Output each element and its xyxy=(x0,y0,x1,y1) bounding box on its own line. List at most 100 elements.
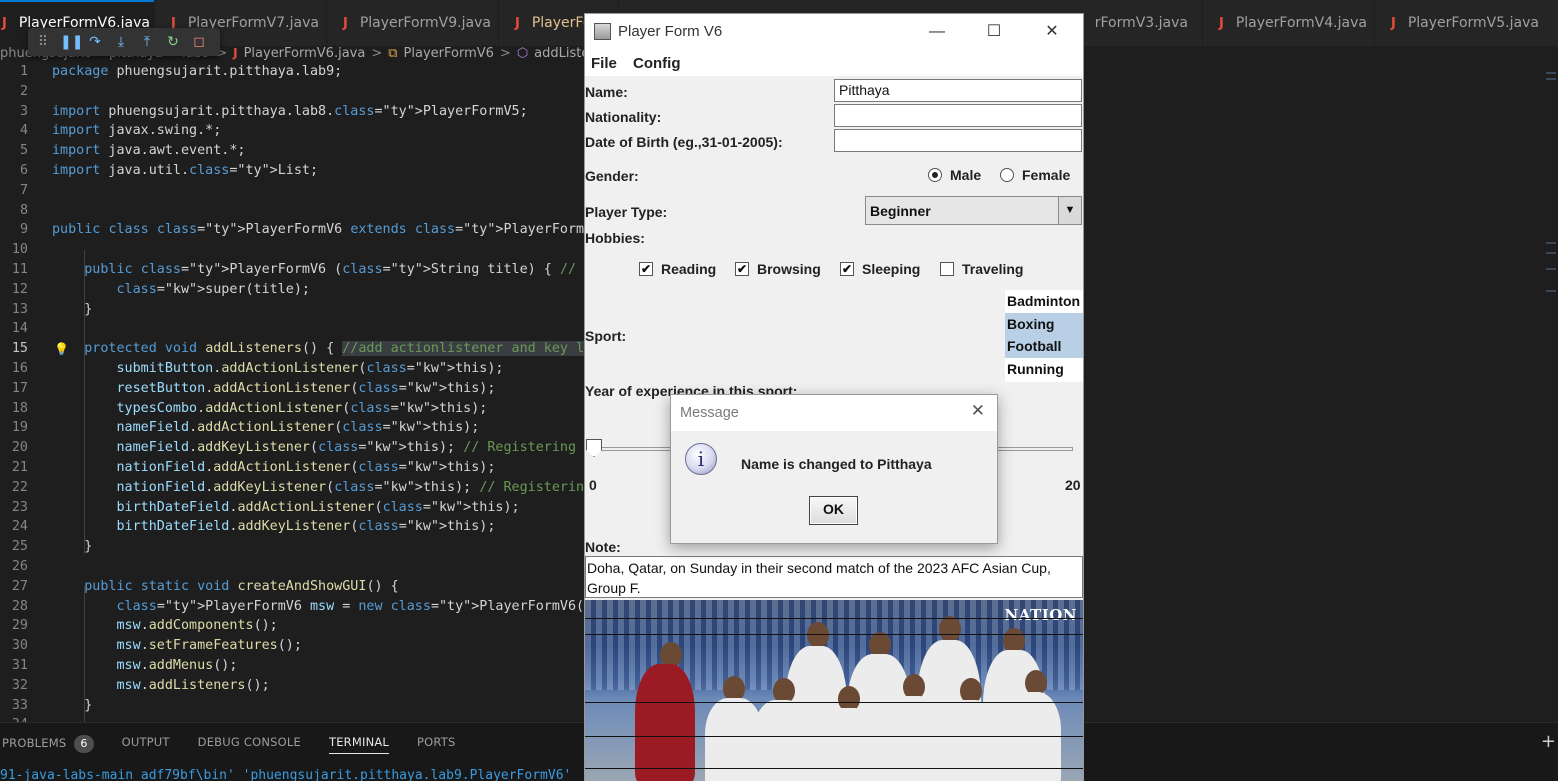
line-number: 31 xyxy=(11,658,28,673)
list-item[interactable]: Running xyxy=(1005,358,1083,381)
minimap[interactable] xyxy=(1544,62,1558,722)
new-terminal-icon[interactable]: + xyxy=(1541,731,1556,752)
line-number: 27 xyxy=(11,578,28,594)
line-number: 7 xyxy=(19,182,28,198)
tab-playerformv9[interactable]: J PlayerFormV9.java xyxy=(327,0,499,46)
slider-max-label: 20 xyxy=(1065,477,1081,493)
checkbox-unchecked-icon xyxy=(940,262,954,276)
menu-bar: File Config xyxy=(585,50,1083,76)
tab-label: PlayerFormV5.java xyxy=(1407,15,1539,31)
menu-config[interactable]: Config xyxy=(633,55,680,72)
panel-tab-ports[interactable]: PORTS xyxy=(417,735,455,754)
player-type-label: Player Type: xyxy=(585,204,668,220)
restart-icon[interactable]: ↻ xyxy=(164,33,182,51)
step-into-icon[interactable]: ⤓ xyxy=(112,33,130,51)
lightbulb-icon[interactable]: 💡 xyxy=(54,339,69,359)
code-text[interactable]: msw.addComponents(); xyxy=(52,616,278,636)
code-text[interactable]: msw.setFrameFeatures(); xyxy=(52,636,302,656)
pause-icon[interactable]: ❚❚ xyxy=(60,33,83,51)
sport-list[interactable]: Badminton Boxing Football Running xyxy=(1005,290,1083,382)
java-file-icon: J xyxy=(1219,15,1224,31)
gender-male-radio[interactable]: Male xyxy=(928,167,981,183)
dialog-titlebar[interactable]: Message ✕ xyxy=(671,395,997,431)
breadcrumb-class[interactable]: PlayerFormV6 xyxy=(404,46,494,61)
code-text[interactable]: msw.addMenus(); xyxy=(52,656,238,676)
tab-playerformv4[interactable]: J PlayerFormV4.java xyxy=(1203,0,1375,46)
checkbox-label: Browsing xyxy=(757,261,821,277)
code-text[interactable]: nameField.addActionListener(class="kw">t… xyxy=(52,418,480,438)
dob-field[interactable] xyxy=(834,129,1082,152)
code-text[interactable]: msw.addListeners(); xyxy=(52,676,270,696)
code-text[interactable]: typesCombo.addActionListener(class="kw">… xyxy=(52,399,488,419)
window-title: Player Form V6 xyxy=(618,23,723,40)
line-number: 26 xyxy=(11,559,28,574)
step-over-icon[interactable]: ↷ xyxy=(86,33,104,51)
name-field[interactable]: Pitthaya xyxy=(834,79,1082,102)
code-text[interactable]: nameField.addKeyListener(class="kw">this… xyxy=(52,438,673,458)
hobby-browsing-checkbox[interactable]: ✔ Browsing xyxy=(735,261,821,277)
code-text[interactable]: class="kw">super(title); xyxy=(52,280,311,300)
hobby-sleeping-checkbox[interactable]: ✔ Sleeping xyxy=(840,261,920,277)
line-number: 16 xyxy=(11,361,28,376)
experience-slider-thumb[interactable] xyxy=(586,439,602,457)
hobby-traveling-checkbox[interactable]: Traveling xyxy=(940,261,1023,277)
code-text[interactable]: import phuengsujarit.pitthaya.lab8.class… xyxy=(52,102,528,122)
player-type-combo[interactable]: Beginner ▼ xyxy=(865,196,1082,225)
hobby-reading-checkbox[interactable]: ✔ Reading xyxy=(639,261,716,277)
code-text[interactable]: protected void addListeners() { //add ac… xyxy=(52,339,585,359)
checkbox-checked-icon: ✔ xyxy=(840,262,854,276)
panel-tab-problems[interactable]: PROBLEMS 6 xyxy=(2,735,94,754)
minimize-icon[interactable]: — xyxy=(925,20,949,44)
menu-file[interactable]: File xyxy=(591,55,617,72)
code-text[interactable]: import java.awt.event.*; xyxy=(52,141,246,161)
checkbox-label: Reading xyxy=(661,261,717,277)
java-file-icon: J xyxy=(1391,15,1396,31)
radio-selected-icon xyxy=(928,168,942,182)
dob-label: Date of Birth (eg.,31-01-2005): xyxy=(585,134,783,150)
panel-tab-debug-console[interactable]: DEBUG CONSOLE xyxy=(198,735,301,754)
panel-tab-output[interactable]: OUTPUT xyxy=(122,735,170,754)
java-file-icon: J xyxy=(343,15,348,31)
code-text[interactable]: package phuengsujarit.pitthaya.lab9; xyxy=(52,62,342,82)
code-text[interactable]: } xyxy=(52,300,92,320)
line-number: 30 xyxy=(11,638,28,654)
code-text[interactable]: submitButton.addActionListener(class="kw… xyxy=(52,359,504,379)
ok-button[interactable]: OK xyxy=(809,496,858,525)
nationality-field[interactable] xyxy=(834,104,1082,127)
class-symbol-icon: ⧉ xyxy=(388,45,398,61)
java-app-icon xyxy=(594,23,611,40)
panel-tab-terminal[interactable]: TERMINAL xyxy=(328,735,390,754)
line-number: 13 xyxy=(11,301,28,317)
tab-playerformv5[interactable]: J PlayerFormV5.java xyxy=(1375,0,1558,46)
drag-handle-icon[interactable]: ⠿ xyxy=(34,33,52,51)
close-icon[interactable]: ✕ xyxy=(1040,20,1064,44)
note-textarea[interactable]: Doha, Qatar, on Sunday in their second m… xyxy=(585,556,1083,598)
stop-icon[interactable]: ◻ xyxy=(190,33,208,51)
code-text[interactable]: birthDateField.addActionListener(class="… xyxy=(52,498,520,518)
code-text[interactable]: resetButton.addActionListener(class="kw"… xyxy=(52,379,496,399)
chevron-down-icon[interactable]: ▼ xyxy=(1058,197,1081,224)
step-out-icon[interactable]: ⤒ xyxy=(138,33,156,51)
code-text[interactable]: import javax.swing.*; xyxy=(52,121,221,141)
line-number: 21 xyxy=(11,460,28,475)
terminal-output[interactable]: 91-java-labs-main_adf79bf\bin' 'phuengsu… xyxy=(0,768,571,781)
code-text[interactable]: nationField.addKeyListener(class="kw">th… xyxy=(52,478,673,498)
code-text[interactable]: nationField.addActionListener(class="kw"… xyxy=(52,458,496,478)
close-icon[interactable]: ✕ xyxy=(971,401,985,421)
code-text[interactable]: import java.util.class="ty">List; xyxy=(52,161,318,181)
radio-label: Female xyxy=(1022,167,1071,183)
line-number: 2 xyxy=(19,83,28,99)
list-item[interactable]: Badminton xyxy=(1005,290,1083,313)
checkbox-label: Traveling xyxy=(962,261,1024,277)
list-item[interactable]: Boxing xyxy=(1005,313,1083,336)
gender-female-radio[interactable]: Female xyxy=(1000,167,1070,183)
breadcrumb-file[interactable]: PlayerFormV6.java xyxy=(244,46,366,61)
code-text[interactable]: birthDateField.addKeyListener(class="kw"… xyxy=(52,517,496,537)
code-text[interactable]: public static void createAndShowGUI() { xyxy=(52,577,398,597)
maximize-icon[interactable]: ☐ xyxy=(982,20,1006,44)
code-text[interactable]: } xyxy=(52,537,92,557)
list-item[interactable]: Football xyxy=(1005,335,1083,358)
radio-empty-icon xyxy=(1000,168,1014,182)
code-text[interactable]: } xyxy=(52,696,92,716)
window-titlebar[interactable]: Player Form V6 — ☐ ✕ xyxy=(585,14,1083,50)
